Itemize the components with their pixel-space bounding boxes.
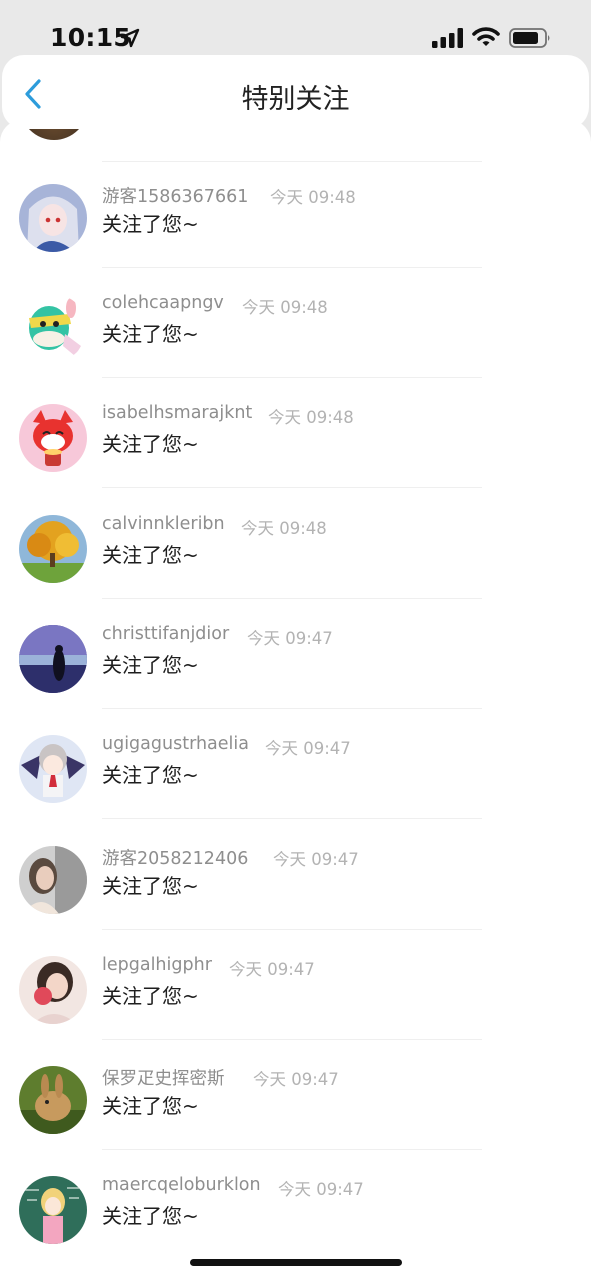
divider [102,818,482,819]
timestamp: 今天 09:47 [273,850,359,869]
message-text: 关注了您~ [102,432,199,456]
timestamp: 今天 09:47 [278,1180,364,1199]
timestamp: 今天 09:47 [253,1070,339,1089]
message-text: 关注了您~ [102,1094,199,1118]
page-title: 特别关注 [241,84,350,115]
timestamp: 今天 09:47 [247,629,333,648]
divider [102,1149,482,1150]
username[interactable]: lepgalhigphr [102,955,212,975]
cellular-signal-icon [432,28,463,48]
rabbit-avatar[interactable] [19,1066,87,1134]
status-time: 10:15 [50,23,132,52]
nav-header: 特别关注 [2,55,589,129]
screen: 10:15 特别关注 游客1586367661 今天 09:48 关注了您~ c… [0,0,591,1280]
username[interactable]: 游客2058212406 [102,845,248,870]
chalkboard-girl-avatar[interactable] [19,1176,87,1244]
anime-boy-wings-avatar[interactable] [19,735,87,803]
divider [102,487,482,488]
timestamp: 今天 09:48 [241,519,327,538]
list-item[interactable]: isabelhsmarajknt 今天 09:48 关注了您~ [0,403,591,513]
message-text: 关注了您~ [102,543,199,567]
username[interactable]: ugigagustrhaelia [102,734,249,754]
message-text: 关注了您~ [102,984,199,1008]
cartoon-animal-avatar[interactable] [19,294,87,362]
username[interactable]: 游客1586367661 [102,183,248,208]
list-item[interactable]: christtifanjdior 今天 09:47 关注了您~ [0,624,591,734]
list-item[interactable]: ugigagustrhaelia 今天 09:47 关注了您~ [0,734,591,844]
girl-with-flower-avatar[interactable] [19,956,87,1024]
notification-list[interactable]: 游客1586367661 今天 09:48 关注了您~ colehcaapngv… [0,120,591,1280]
message-text: 关注了您~ [102,212,199,236]
battery-icon [509,28,550,48]
status-bar: 10:15 [0,0,591,56]
message-text: 关注了您~ [102,322,199,346]
divider [102,929,482,930]
red-fox-cartoon-avatar[interactable] [19,404,87,472]
woman-photo-avatar[interactable] [19,846,87,914]
timestamp: 今天 09:48 [242,298,328,317]
list-item[interactable]: colehcaapngv 今天 09:48 关注了您~ [0,293,591,403]
message-text: 关注了您~ [102,874,199,898]
message-text: 关注了您~ [102,1204,199,1228]
username[interactable]: 保罗疋史挥密斯 [102,1065,225,1090]
divider [102,161,482,162]
list-item[interactable]: 保罗疋史挥密斯 今天 09:47 关注了您~ [0,1065,591,1175]
divider [102,267,482,268]
timestamp: 今天 09:48 [270,188,356,207]
divider [102,598,482,599]
message-text: 关注了您~ [102,763,199,787]
home-indicator[interactable] [190,1259,402,1266]
divider [102,708,482,709]
message-text: 关注了您~ [102,653,199,677]
autumn-tree-avatar[interactable] [19,515,87,583]
username[interactable]: christtifanjdior [102,624,229,644]
divider [102,377,482,378]
username[interactable]: calvinnkleribn [102,514,225,534]
timestamp: 今天 09:47 [265,739,351,758]
anime-girl-avatar[interactable] [19,184,87,252]
username[interactable]: maercqeloburklon [102,1175,261,1195]
list-item[interactable]: calvinnkleribn 今天 09:48 关注了您~ [0,514,591,624]
list-item[interactable]: 游客1586367661 今天 09:48 关注了您~ [0,183,591,293]
list-item[interactable]: 游客2058212406 今天 09:47 关注了您~ [0,845,591,955]
username[interactable]: isabelhsmarajknt [102,403,252,423]
timestamp: 今天 09:47 [229,960,315,979]
divider [102,1039,482,1040]
wifi-icon [472,27,500,46]
timestamp: 今天 09:48 [268,408,354,427]
list-item[interactable]: lepgalhigphr 今天 09:47 关注了您~ [0,955,591,1065]
girl-at-lake-avatar[interactable] [19,625,87,693]
location-arrow-icon [120,28,140,48]
username[interactable]: colehcaapngv [102,293,224,313]
